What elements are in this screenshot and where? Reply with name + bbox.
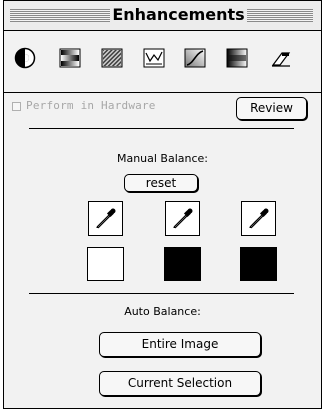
gray-point-dropper-button[interactable]: [241, 201, 276, 236]
tonal-ramp-icon[interactable]: [226, 47, 248, 69]
curve-graph-icon[interactable]: [184, 47, 206, 69]
black-point-dropper-button[interactable]: [165, 201, 200, 236]
eyedropper-icon: [96, 208, 116, 229]
perform-in-hardware-checkbox[interactable]: [12, 102, 21, 111]
review-button[interactable]: Review: [236, 97, 307, 120]
reset-button[interactable]: reset: [124, 174, 198, 192]
gray-point-swatch[interactable]: [240, 247, 277, 281]
gradient-bars-icon[interactable]: [59, 47, 81, 69]
panel-title: Enhancements: [110, 5, 247, 25]
manual-balance-label: Manual Balance:: [116, 152, 209, 165]
black-point-swatch[interactable]: [164, 247, 201, 281]
title-bar-stripes-left: [10, 9, 110, 22]
title-bar-stripes-right: [247, 9, 313, 22]
enhancements-panel: Enhancements Perform in Hardware Review …: [3, 0, 322, 409]
white-point-dropper-button[interactable]: [88, 201, 123, 236]
enhancement-toolbar: [4, 31, 321, 93]
white-point-swatch[interactable]: [87, 247, 124, 281]
diagonal-texture-icon[interactable]: [101, 47, 123, 69]
eraser-icon[interactable]: [270, 47, 292, 69]
contrast-circle-icon[interactable]: [14, 47, 36, 69]
current-selection-button[interactable]: Current Selection: [99, 371, 261, 396]
eyedropper-icon: [249, 208, 269, 229]
perform-in-hardware-label: Perform in Hardware: [26, 99, 156, 112]
auto-balance-label: Auto Balance:: [124, 305, 201, 318]
divider-bottom: [29, 293, 294, 294]
histogram-icon[interactable]: [143, 47, 165, 69]
entire-image-button[interactable]: Entire Image: [99, 332, 261, 357]
divider-top: [29, 128, 294, 129]
eyedropper-icon: [173, 208, 193, 229]
title-bar[interactable]: Enhancements: [4, 1, 321, 31]
